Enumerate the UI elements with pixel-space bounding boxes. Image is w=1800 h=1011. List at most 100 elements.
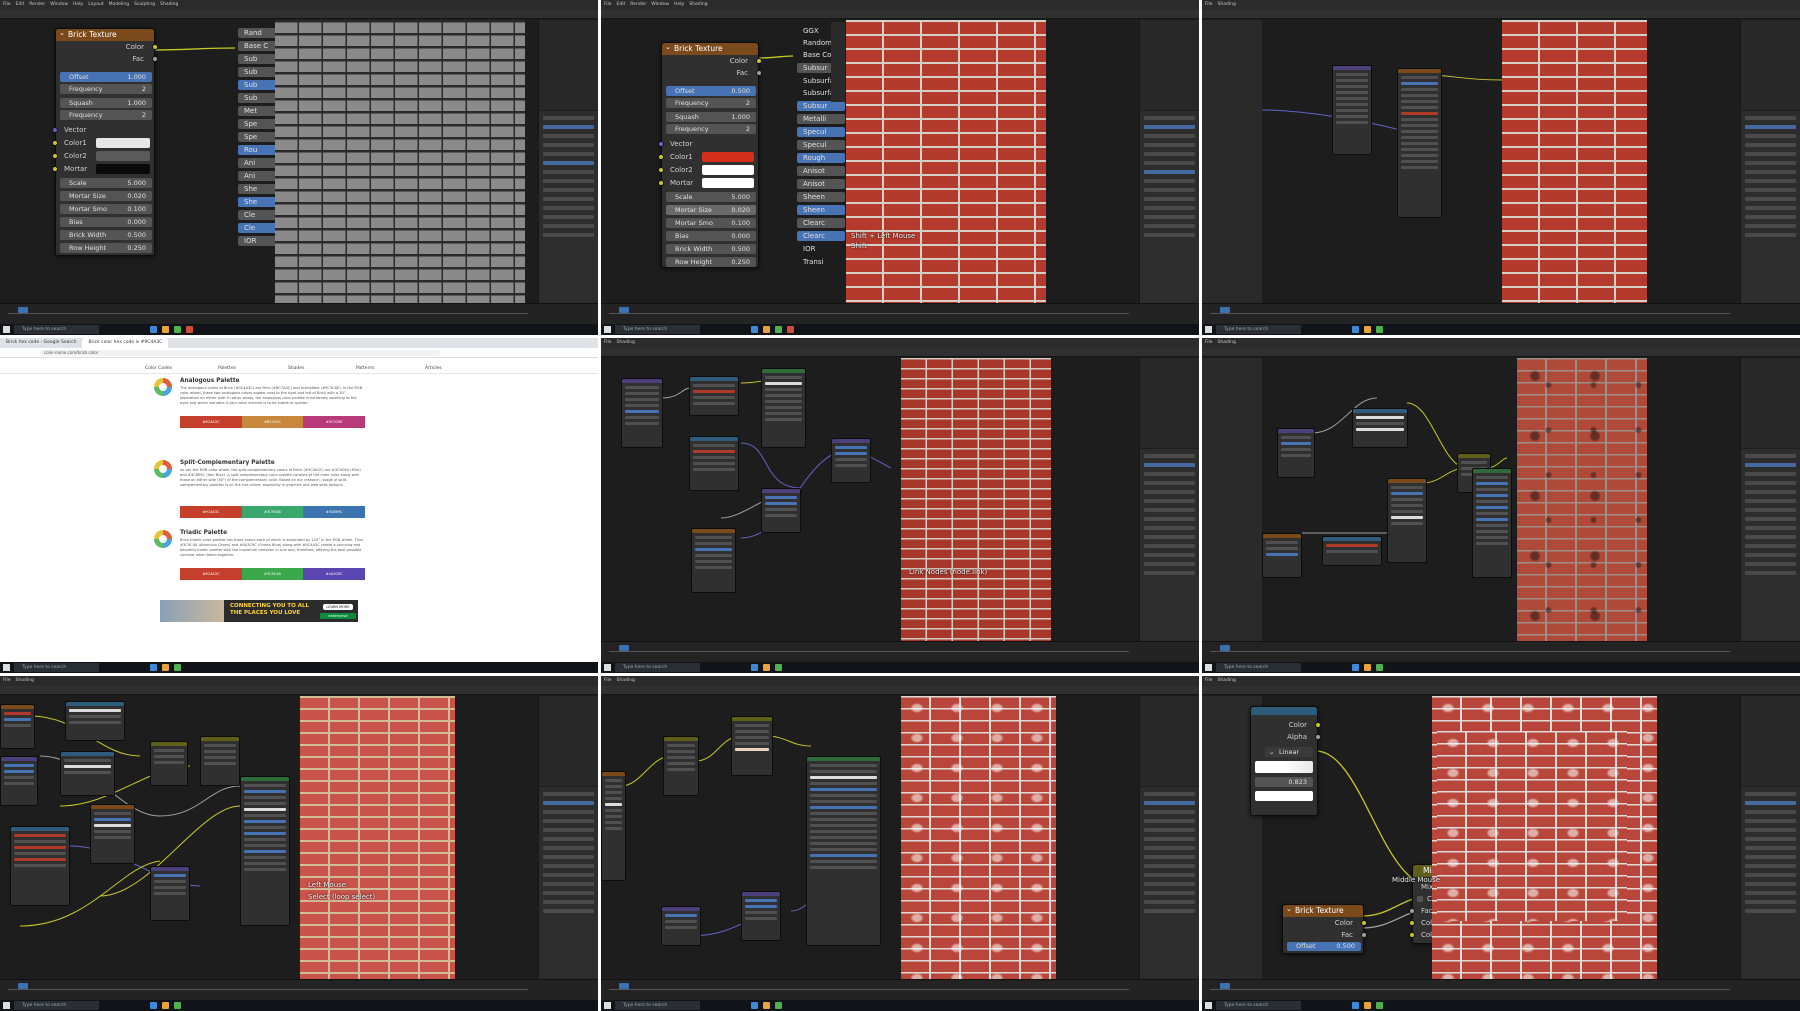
color-ramp-node[interactable] bbox=[1352, 408, 1408, 448]
mapping-node[interactable] bbox=[1332, 65, 1372, 155]
taskbar-app-icon[interactable] bbox=[763, 1002, 770, 1009]
interpolation-dropdown[interactable]: ⌄ Linear bbox=[1265, 747, 1313, 757]
taskbar-app-icon[interactable] bbox=[150, 326, 157, 333]
bump-node[interactable] bbox=[661, 906, 701, 946]
tab-shading[interactable]: Shading bbox=[160, 2, 178, 7]
color1-socket[interactable] bbox=[52, 140, 58, 146]
offset-field[interactable]: Offset 0.500 bbox=[666, 86, 756, 96]
taskbar-search-input[interactable]: Type here to search bbox=[14, 325, 99, 334]
node-editor[interactable] bbox=[0, 696, 300, 979]
nav-palettes[interactable]: Palettes bbox=[218, 366, 236, 371]
menu-file[interactable]: File bbox=[3, 678, 11, 683]
properties-panel[interactable] bbox=[1139, 787, 1199, 979]
noise-texture-node[interactable] bbox=[1262, 533, 1302, 578]
palette-swatch[interactable]: #9C3C6E bbox=[303, 416, 366, 428]
principled-bsdf-node[interactable] bbox=[240, 776, 290, 926]
taskbar-app-icon[interactable] bbox=[1352, 326, 1359, 333]
vector-socket[interactable] bbox=[52, 127, 58, 133]
tab-shading[interactable]: Shading bbox=[617, 678, 635, 683]
taskbar-search-input[interactable]: Type here to search bbox=[1216, 325, 1301, 334]
windows-start-icon[interactable] bbox=[3, 1002, 10, 1009]
squash-field[interactable]: Squash 1.000 bbox=[666, 112, 756, 122]
timeline[interactable] bbox=[1202, 979, 1800, 1000]
fac-socket[interactable] bbox=[1409, 908, 1415, 914]
bump-node[interactable] bbox=[741, 891, 781, 941]
menu-file[interactable]: File bbox=[604, 340, 612, 345]
outliner-panel[interactable] bbox=[1139, 20, 1199, 110]
windows-start-icon[interactable] bbox=[1205, 326, 1212, 333]
squash-frequency-field[interactable]: Frequency 2 bbox=[666, 124, 756, 134]
output-fac-socket[interactable] bbox=[1361, 932, 1367, 938]
nav-patterns[interactable]: Patterns bbox=[356, 366, 375, 371]
brick-texture-node[interactable]: Brick Texture Color Fac Offset1.000 Freq… bbox=[52, 27, 158, 256]
mapping-node[interactable] bbox=[1277, 428, 1315, 478]
color-ramp-node[interactable] bbox=[65, 701, 125, 741]
palette-swatch[interactable]: #4A3C9C bbox=[303, 568, 366, 580]
timeline[interactable] bbox=[1202, 303, 1800, 324]
color1-swatch[interactable] bbox=[702, 152, 754, 162]
color2-socket[interactable] bbox=[1409, 932, 1415, 938]
row-height-field[interactable]: Row Height 0.250 bbox=[60, 243, 152, 253]
viewport-preview[interactable] bbox=[275, 20, 525, 303]
windows-start-icon[interactable] bbox=[604, 664, 611, 671]
taskbar-search-input[interactable]: Type here to search bbox=[615, 663, 700, 672]
tab-shading[interactable]: Shading bbox=[1218, 678, 1236, 683]
taskbar-app-icon[interactable] bbox=[763, 326, 770, 333]
timeline[interactable] bbox=[0, 303, 598, 324]
mortar-smooth-field[interactable]: Mortar Smo 0.100 bbox=[60, 204, 152, 214]
node-editor[interactable]: Brick Texture Color Fac Offset1.000 Freq… bbox=[0, 20, 286, 303]
brick-texture-node[interactable]: Brick Texture Color Fac Offset0.500 Freq… bbox=[658, 41, 762, 268]
texture-coordinate-node[interactable] bbox=[621, 378, 663, 448]
taskbar-search-input[interactable]: Type here to search bbox=[1216, 1001, 1301, 1010]
color1-swatch[interactable] bbox=[96, 138, 150, 148]
mortar-socket[interactable] bbox=[658, 180, 664, 186]
viewport-preview[interactable]: Middle Mouse bbox=[1392, 696, 1657, 979]
mapping-node[interactable] bbox=[0, 756, 38, 806]
timeline[interactable] bbox=[1202, 641, 1800, 662]
bias-field[interactable]: Bias 0.000 bbox=[60, 217, 152, 227]
properties-panel[interactable] bbox=[538, 787, 598, 979]
taskbar-app-icon[interactable] bbox=[763, 664, 770, 671]
taskbar-app-icon[interactable] bbox=[1376, 326, 1383, 333]
properties-panel[interactable] bbox=[1139, 111, 1199, 303]
tab-shading[interactable]: Shading bbox=[689, 2, 707, 7]
windows-start-icon[interactable] bbox=[3, 326, 10, 333]
scale-field[interactable]: Scale 5.000 bbox=[60, 178, 152, 188]
scale-field[interactable]: Scale 5.000 bbox=[666, 192, 756, 202]
taskbar-app-icon[interactable] bbox=[150, 1002, 157, 1009]
taskbar-app-icon[interactable] bbox=[1352, 664, 1359, 671]
menu-render[interactable]: Render bbox=[29, 2, 45, 7]
windows-start-icon[interactable] bbox=[3, 664, 10, 671]
offset-field[interactable]: Offset 0.500 bbox=[1287, 942, 1361, 951]
properties-panel[interactable] bbox=[538, 111, 598, 303]
brick-texture-node-small[interactable] bbox=[1397, 68, 1442, 218]
taskbar-app-icon[interactable] bbox=[787, 326, 794, 333]
output-color-socket[interactable] bbox=[1361, 920, 1367, 926]
taskbar-app-icon[interactable] bbox=[751, 1002, 758, 1009]
frequency-field[interactable]: Frequency 2 bbox=[60, 84, 152, 94]
menu-file[interactable]: File bbox=[3, 2, 11, 7]
side-panel[interactable] bbox=[1202, 358, 1262, 641]
taskbar-app-icon[interactable] bbox=[1376, 664, 1383, 671]
texture-node[interactable] bbox=[601, 771, 626, 881]
properties-panel[interactable] bbox=[1740, 787, 1800, 979]
taskbar-app-icon[interactable] bbox=[775, 1002, 782, 1009]
outliner-panel[interactable] bbox=[1740, 696, 1800, 786]
node-editor[interactable] bbox=[601, 358, 901, 641]
taskbar-app-icon[interactable] bbox=[162, 664, 169, 671]
principled-bsdf-node[interactable] bbox=[761, 368, 806, 448]
vector-socket[interactable] bbox=[658, 141, 664, 147]
tab-layout[interactable]: Layout bbox=[88, 2, 103, 7]
color2-swatch[interactable] bbox=[702, 165, 754, 175]
tab-shading[interactable]: Shading bbox=[16, 678, 34, 683]
side-panel[interactable] bbox=[1202, 20, 1262, 303]
properties-panel[interactable] bbox=[1740, 449, 1800, 641]
output-color-socket[interactable] bbox=[756, 58, 762, 64]
color-ramp-node[interactable] bbox=[1322, 536, 1382, 566]
output-fac-socket[interactable] bbox=[756, 70, 762, 76]
menu-file[interactable]: File bbox=[1205, 678, 1213, 683]
mortar-size-field[interactable]: Mortar Size 0.020 bbox=[666, 205, 756, 215]
outliner-panel[interactable] bbox=[1139, 696, 1199, 786]
menu-file[interactable]: File bbox=[1205, 2, 1213, 7]
output-color-socket[interactable] bbox=[1315, 722, 1321, 728]
